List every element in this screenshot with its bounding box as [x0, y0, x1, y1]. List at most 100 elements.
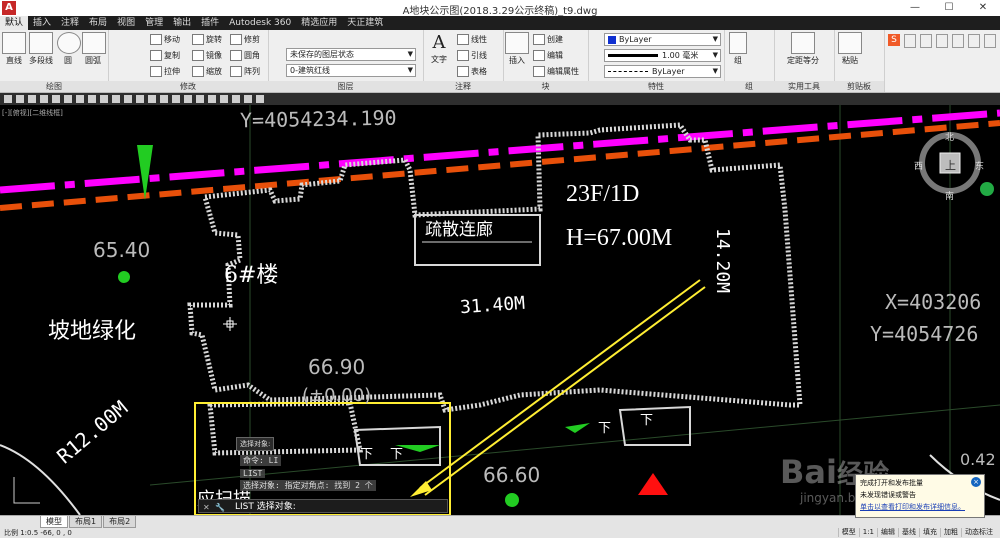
panel-groups: 组 组 — [724, 30, 775, 92]
panel-modify-title[interactable]: 修改 — [108, 81, 268, 92]
sogou-ime-icon[interactable]: S — [888, 34, 900, 46]
tab-layout2[interactable]: 布局2 — [103, 516, 137, 528]
panel-properties-title[interactable]: 特性 — [588, 81, 724, 92]
arc-label: 圆弧 — [85, 56, 101, 65]
tab-model[interactable]: 模型 — [40, 516, 68, 528]
ime-tools-icon[interactable] — [984, 34, 996, 48]
status-edit-button[interactable]: 编辑 — [877, 528, 898, 537]
compass-east[interactable]: 东 — [975, 159, 984, 172]
wcs-menu-icon[interactable] — [980, 182, 994, 196]
compass-south[interactable]: 南 — [945, 189, 954, 202]
tab-default[interactable]: 默认 — [0, 16, 29, 30]
viewport-label[interactable]: [-][俯视][二维线框] — [2, 108, 63, 118]
mirror-button[interactable]: 镜像 — [192, 50, 222, 61]
tab-tangent-arch[interactable]: 天正建筑 — [342, 16, 388, 30]
measure-button[interactable]: 定距等分 — [776, 32, 830, 66]
ime-mic-icon[interactable] — [936, 34, 948, 48]
linetype-value: ByLayer — [652, 67, 685, 76]
drawing-viewport[interactable]: [-][俯视][二维线框] Y=4054234.190 65.40 坡地绿化 6… — [0, 105, 1000, 515]
group-label: 组 — [734, 56, 742, 65]
layer-state-dropdown[interactable]: 未保存的图层状态 ▼ — [286, 48, 416, 61]
ime-punct-icon[interactable] — [920, 34, 932, 48]
panel-layers-title[interactable]: 图层 — [268, 81, 423, 92]
command-settings-icon[interactable]: 🔧 — [215, 501, 225, 515]
compass-north[interactable]: 北 — [945, 130, 954, 143]
command-input[interactable]: ✕ 🔧 LIST 选择对象: — [198, 499, 448, 513]
polyline-button[interactable]: 多段线 — [28, 32, 54, 66]
panel-block-title[interactable]: 块 — [503, 81, 588, 92]
notification-details-link[interactable]: 单击以查看打印和发布详细信息。 — [856, 500, 984, 512]
move-button[interactable]: 移动 — [150, 34, 180, 45]
leader-button[interactable]: 引线 — [457, 50, 487, 61]
tab-plugins[interactable]: 插件 — [196, 16, 224, 30]
panel-annotation: A 文字 线性 引线 表格 注释 — [423, 30, 504, 92]
color-dropdown[interactable]: ByLayer ▼ — [604, 33, 721, 46]
circle-button[interactable]: 圆 — [57, 32, 81, 66]
linear-dim-button[interactable]: 线性 — [457, 34, 487, 45]
trim-button[interactable]: 修剪 — [230, 34, 260, 45]
paste-button[interactable]: 粘贴 — [838, 32, 862, 66]
edit-attributes-button[interactable]: 编辑属性 — [533, 66, 579, 77]
panel-annotation-title[interactable]: 注释 — [423, 81, 503, 92]
arc-button[interactable]: 圆弧 — [82, 32, 106, 66]
chevron-down-icon: ▼ — [407, 66, 413, 74]
minimize-button[interactable]: — — [898, 0, 932, 16]
stretch-button[interactable]: 拉伸 — [150, 66, 180, 77]
status-bold-button[interactable]: 加粗 — [940, 528, 961, 537]
create-block-button[interactable]: 创建 — [533, 34, 563, 45]
panel-draw-title[interactable]: 绘图 — [0, 81, 108, 92]
plot-publish-notification[interactable]: × 完成打开和发布批量 未发现错误或警告 单击以查看打印和发布详细信息。 — [855, 474, 985, 518]
close-button[interactable]: ✕ — [966, 0, 1000, 16]
tab-output[interactable]: 输出 — [168, 16, 196, 30]
trim-label: 修剪 — [244, 35, 260, 44]
partial-right-text: 0.42 — [960, 450, 996, 469]
view-cube[interactable]: 北 南 东 西 上 — [914, 127, 994, 217]
elevation-zero-text: (±0.00) — [302, 385, 372, 406]
group-button[interactable]: 组 — [728, 32, 748, 66]
insert-block-button[interactable]: 插入 — [505, 32, 529, 66]
edit-attributes-icon — [533, 66, 545, 77]
layer-toolbar-icons[interactable] — [0, 93, 280, 105]
view-cube-top-face[interactable]: 上 — [945, 157, 956, 173]
ime-skin-icon[interactable] — [968, 34, 980, 48]
tab-manage[interactable]: 管理 — [140, 16, 168, 30]
copy-label: 复制 — [164, 51, 180, 60]
edit-block-button[interactable]: 编辑 — [533, 50, 563, 61]
tab-insert[interactable]: 插入 — [28, 16, 56, 30]
panel-clipboard-title[interactable]: 剪贴板 — [834, 81, 884, 92]
close-command-icon[interactable]: ✕ — [203, 501, 210, 515]
stretch-icon — [150, 66, 162, 77]
tab-annotate[interactable]: 注释 — [56, 16, 84, 30]
status-fill-button[interactable]: 填充 — [919, 528, 940, 537]
lineweight-dropdown[interactable]: 1.00 毫米 ▼ — [604, 49, 721, 62]
tab-view[interactable]: 视图 — [112, 16, 140, 30]
tab-featured-apps[interactable]: 精选应用 — [296, 16, 342, 30]
status-model-button[interactable]: 模型 — [837, 528, 859, 537]
ribbon: 直线 多段线 圆 圆弧 绘图 移动 旋转 修剪 复制 镜像 圆角 拉伸 缩放 阵… — [0, 30, 1000, 93]
text-button[interactable]: A 文字 — [427, 32, 451, 65]
status-scale-button[interactable]: 1:1 — [858, 528, 877, 537]
ime-keyboard-icon[interactable] — [952, 34, 964, 48]
ime-mode-icon[interactable] — [904, 34, 916, 48]
panel-groups-title[interactable]: 组 — [724, 81, 774, 92]
panel-draw: 直线 多段线 圆 圆弧 绘图 — [0, 30, 109, 92]
status-baseline-button[interactable]: 基线 — [898, 528, 919, 537]
linetype-dropdown[interactable]: ByLayer ▼ — [604, 65, 721, 78]
tab-autodesk360[interactable]: Autodesk 360 — [224, 16, 296, 30]
tab-layout1[interactable]: 布局1 — [69, 516, 103, 528]
maximize-button[interactable]: ☐ — [932, 0, 966, 16]
polyline-icon — [29, 32, 53, 54]
table-button[interactable]: 表格 — [457, 66, 487, 77]
rotate-button[interactable]: 旋转 — [192, 34, 222, 45]
panel-utilities-title[interactable]: 实用工具 — [774, 81, 834, 92]
scale-button[interactable]: 缩放 — [192, 66, 222, 77]
tab-layout[interactable]: 布局 — [84, 16, 112, 30]
line-button[interactable]: 直线 — [2, 32, 26, 66]
array-button[interactable]: 阵列 — [230, 66, 260, 77]
copy-button[interactable]: 复制 — [150, 50, 180, 61]
compass-west[interactable]: 西 — [914, 159, 923, 172]
current-layer-dropdown[interactable]: 0-建筑红线 ▼ — [286, 64, 416, 77]
fillet-button[interactable]: 圆角 — [230, 50, 260, 61]
status-dynamic-dim-button[interactable]: 动态标注 — [961, 528, 996, 537]
close-notification-icon[interactable]: × — [971, 477, 981, 487]
